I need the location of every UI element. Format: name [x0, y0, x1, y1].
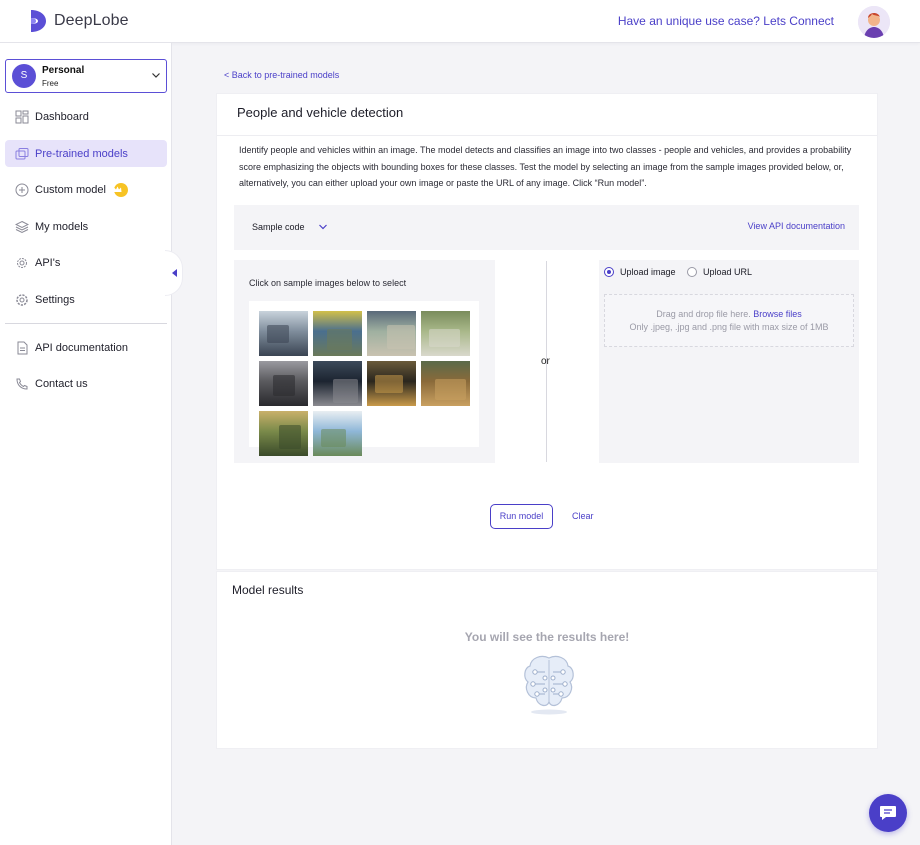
thumb-subject: [327, 329, 352, 350]
results-card: Model results You will see the results h…: [216, 571, 878, 749]
thumb-subject: [375, 375, 403, 393]
thumb-subject: [267, 325, 289, 343]
dropzone-text: Drag and drop file here.: [656, 309, 751, 319]
sidebar-item-contact-us[interactable]: Contact us: [5, 370, 167, 397]
thumb-subject: [273, 375, 295, 396]
sidebar-item-label: Custom model: [35, 183, 106, 196]
results-title: Model results: [232, 583, 304, 597]
thumb-subject: [333, 379, 358, 403]
sidebar-item-label: My models: [35, 220, 89, 233]
thumb-subject: [387, 325, 415, 349]
sidebar-item-label: Settings: [35, 293, 75, 306]
sample-image-car-garage[interactable]: [259, 361, 308, 406]
crown-icon: [113, 182, 128, 197]
brain-icon: [524, 655, 574, 715]
brand-name: DeepLobe: [54, 12, 129, 29]
chevron-down-icon[interactable]: [318, 223, 328, 231]
sample-images-grid: [249, 301, 479, 456]
upload-panel: Upload image Upload URL Drag and drop fi…: [599, 260, 859, 463]
sample-image-buses[interactable]: [259, 311, 308, 356]
thumb-subject: [279, 425, 301, 449]
lets-connect-link[interactable]: Have an unique use case? Lets Connect: [618, 14, 834, 28]
api-gear-icon: [17, 257, 27, 268]
sidebar-item-apis[interactable]: API's: [5, 249, 167, 276]
sidebar-item-my-models[interactable]: My models: [5, 213, 167, 240]
sidebar-item-label: Dashboard: [35, 110, 89, 123]
phone-icon: [16, 378, 28, 390]
top-bar: DeepLobe Have an unique use case? Lets C…: [0, 0, 920, 43]
account-switcher[interactable]: S Personal Free: [5, 59, 167, 93]
sample-image-night-traffic[interactable]: [367, 361, 416, 406]
account-avatar: S: [12, 64, 36, 88]
sample-image-person-car[interactable]: [313, 361, 362, 406]
thumb-subject: [435, 379, 466, 400]
back-to-pretrained-link[interactable]: < Back to pre-trained models: [224, 70, 339, 80]
document-icon: [17, 341, 28, 354]
sidebar-item-custom-model[interactable]: Custom model: [5, 176, 167, 203]
sidebar: S Personal Free Dashboard Pre-trained mo…: [0, 43, 172, 845]
sample-image-bus-street[interactable]: [313, 311, 362, 356]
deeplobe-logo-icon: [31, 10, 46, 32]
radio-selected-icon: [604, 267, 614, 277]
pretrained-models-icon: [15, 147, 29, 159]
thumb-subject: [321, 429, 346, 447]
run-model-button[interactable]: Run model: [490, 504, 553, 529]
dropzone-hint: Only .jpeg, .jpg and .png file with max …: [629, 322, 829, 332]
sample-image-group-people[interactable]: [259, 411, 308, 456]
sidebar-item-api-documentation[interactable]: API documentation: [5, 334, 167, 361]
sample-code-bar: Sample code View API documentation: [234, 205, 859, 250]
chevron-down-icon: [152, 73, 160, 78]
chevron-left-icon: [172, 269, 177, 277]
sample-image-people-walking[interactable]: [367, 311, 416, 356]
sample-code-toggle[interactable]: Sample code: [252, 222, 305, 232]
sidebar-item-label: Pre-trained models: [35, 147, 128, 160]
sidebar-collapse-handle[interactable]: [165, 250, 183, 296]
upload-url-radio[interactable]: Upload URL: [687, 267, 752, 277]
sidebar-item-label: API documentation: [35, 341, 128, 354]
settings-icon: [16, 293, 28, 306]
layers-icon: [15, 220, 29, 233]
sidebar-item-label: Contact us: [35, 377, 88, 390]
model-description: Identify people and vehicles within an i…: [239, 145, 852, 188]
divider: [217, 135, 877, 136]
sidebar-item-pretrained-models[interactable]: Pre-trained models: [5, 140, 167, 167]
or-separator: or: [541, 356, 550, 367]
radio-label: Upload URL: [703, 267, 753, 277]
upload-image-radio[interactable]: Upload image: [604, 267, 676, 277]
sample-image-van-mountain[interactable]: [313, 411, 362, 456]
sample-image-cars-road[interactable]: [421, 311, 470, 356]
file-dropzone[interactable]: Drag and drop file here. Browse files On…: [604, 294, 854, 347]
view-api-doc-link[interactable]: View API documentation: [748, 221, 845, 231]
model-card: People and vehicle detection Identify pe…: [216, 93, 878, 570]
sidebar-item-settings[interactable]: Settings: [5, 286, 167, 313]
account-name: Personal: [42, 65, 85, 76]
results-empty-text: You will see the results here!: [464, 630, 630, 644]
clear-button[interactable]: Clear: [572, 511, 594, 521]
radio-unselected-icon: [687, 267, 697, 277]
radio-label: Upload image: [620, 267, 676, 277]
logo[interactable]: DeepLobe: [28, 8, 129, 34]
sidebar-item-label: API's: [35, 256, 61, 269]
sample-hint: Click on sample images below to select: [249, 278, 407, 288]
sidebar-item-dashboard[interactable]: Dashboard: [5, 103, 167, 130]
sample-images-panel: Click on sample images below to select: [234, 260, 495, 463]
sample-image-autumn-road[interactable]: [421, 361, 470, 406]
account-plan: Free: [42, 79, 59, 88]
chat-bubble-icon[interactable]: [869, 794, 907, 832]
thumb-subject: [429, 329, 460, 347]
dashboard-icon: [15, 110, 29, 123]
page-title: People and vehicle detection: [237, 105, 404, 120]
browse-files-link[interactable]: Browse files: [753, 309, 802, 319]
sidebar-divider: [5, 323, 167, 324]
plus-circle-icon: [15, 183, 29, 196]
user-avatar-icon[interactable]: [858, 6, 890, 38]
